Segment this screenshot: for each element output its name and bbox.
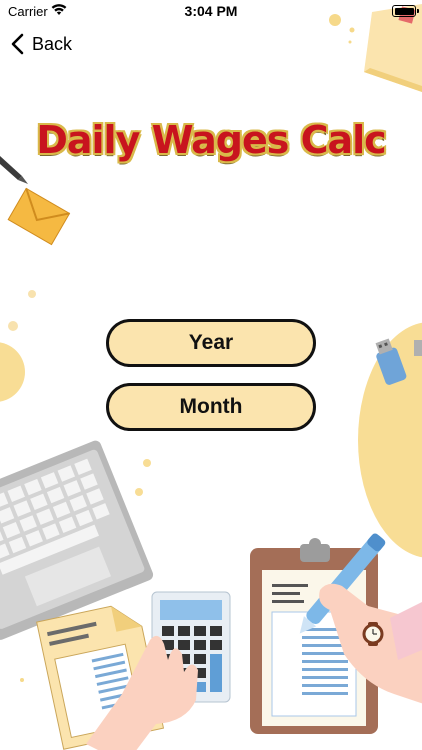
decor-dot: [143, 459, 151, 467]
back-label: Back: [32, 33, 73, 54]
month-button[interactable]: Month: [106, 383, 316, 431]
decor-dot: [135, 488, 143, 496]
chevron-left-icon: [11, 33, 24, 55]
app-title: Daily Wages Calc: [36, 118, 386, 162]
decor-dot: [349, 27, 355, 33]
decor-dot: [8, 321, 18, 331]
battery-icon: [392, 5, 416, 17]
decor-dot: [348, 40, 352, 44]
decor-blob: [0, 342, 25, 402]
background-illustration: [0, 4, 422, 750]
status-bar: Carrier 3:04 PM: [0, 0, 422, 22]
back-button[interactable]: Back: [10, 31, 72, 57]
decor-dot: [28, 290, 36, 298]
envelope-icon: [7, 187, 71, 246]
battery-cap: [417, 9, 419, 13]
decor-dot: [20, 678, 24, 682]
usb-connector-icon: [414, 340, 422, 356]
status-time: 3:04 PM: [184, 3, 238, 19]
keyboard-icon: [0, 440, 154, 640]
year-button[interactable]: Year: [106, 319, 316, 367]
